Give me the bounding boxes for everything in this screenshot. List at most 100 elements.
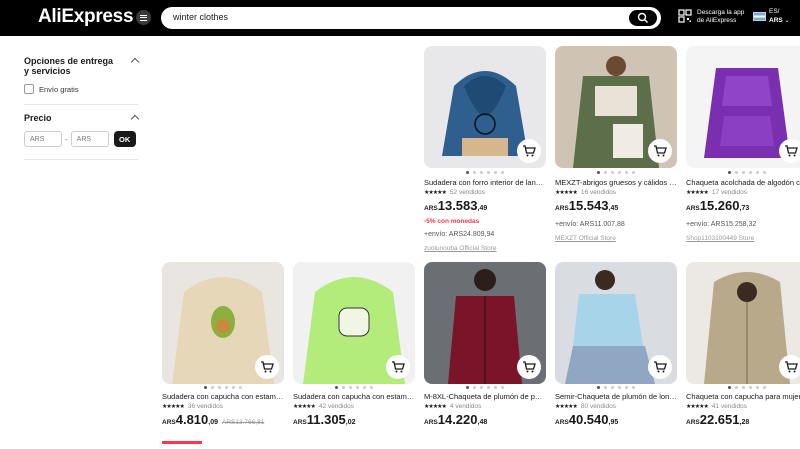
add-to-cart-button[interactable] bbox=[517, 355, 541, 379]
price-currency: ARS bbox=[293, 419, 307, 426]
price-filter-label: Precio bbox=[24, 113, 52, 123]
star-rating-icon: ★★★★★ bbox=[162, 404, 185, 410]
price-separator: - bbox=[65, 134, 68, 144]
image-carousel-dots[interactable] bbox=[162, 386, 284, 389]
product-title[interactable]: Sudadera con capucha con estamp... bbox=[162, 392, 284, 402]
price-decimals: ,73 bbox=[739, 205, 750, 212]
qr-code-icon[interactable] bbox=[678, 9, 692, 23]
product-rating: ★★★★★ 17 vendidos bbox=[686, 188, 800, 198]
store-link[interactable]: Shop1103100449 Store bbox=[686, 234, 800, 244]
download-app-link[interactable]: Descarga la app de AliExpress bbox=[697, 9, 747, 25]
price-currency: ARS bbox=[555, 205, 569, 212]
product-title[interactable]: MEXZT-abrigos gruesos y cálidos de... bbox=[555, 178, 677, 188]
currency-label: ARS bbox=[769, 17, 783, 24]
add-to-cart-button[interactable] bbox=[517, 139, 541, 163]
image-carousel-dots[interactable] bbox=[555, 171, 677, 174]
product-image[interactable] bbox=[686, 46, 800, 168]
add-to-cart-button[interactable] bbox=[779, 355, 800, 379]
product-price: ARS22.651,28 bbox=[686, 412, 800, 431]
add-to-cart-button[interactable] bbox=[648, 139, 672, 163]
image-carousel-dots[interactable] bbox=[293, 386, 415, 389]
image-carousel-dots[interactable] bbox=[686, 386, 800, 389]
cart-icon bbox=[523, 361, 536, 373]
chevron-down-icon: ⌄ bbox=[784, 18, 790, 24]
product-card[interactable]: Sudadera con capucha con estamp... ★★★★★… bbox=[162, 262, 286, 444]
image-carousel-dots[interactable] bbox=[424, 386, 546, 389]
product-image[interactable] bbox=[424, 262, 546, 384]
image-carousel-dots[interactable] bbox=[555, 386, 677, 389]
price-ok-button[interactable]: OK bbox=[113, 131, 136, 147]
product-title[interactable]: M-8XL-Chaqueta de plumón de pat... bbox=[424, 392, 546, 402]
cart-icon bbox=[654, 145, 667, 157]
language-currency-selector[interactable]: ES/ ARS ⌄ bbox=[769, 7, 790, 26]
cart-icon bbox=[523, 145, 536, 157]
product-rating: ★★★★★ 80 vendidos bbox=[555, 402, 677, 412]
product-title[interactable]: Chaqueta acolchada de algodón co... bbox=[686, 178, 800, 188]
price-decimals: ,48 bbox=[477, 419, 488, 426]
price-currency: ARS bbox=[555, 419, 569, 426]
product-card[interactable]: Chaqueta acolchada de algodón co... ★★★★… bbox=[686, 46, 800, 242]
add-to-cart-button[interactable] bbox=[386, 355, 410, 379]
product-price: ARS4.810,09 ARS13.766,81 bbox=[162, 412, 284, 431]
add-to-cart-button[interactable] bbox=[255, 355, 279, 379]
download-app-line-1: Descarga la app bbox=[697, 9, 745, 16]
price-range-row: ARS - ARS OK bbox=[24, 131, 138, 147]
product-image[interactable] bbox=[424, 46, 546, 168]
search-bar: winter clothes bbox=[161, 7, 661, 29]
product-title[interactable]: Sudadera con capucha con estamp... bbox=[293, 392, 415, 402]
delivery-filter-title[interactable]: Opciones de entrega y servicios bbox=[24, 56, 140, 76]
price-integer: 15.543 bbox=[568, 198, 609, 213]
max-price-input[interactable]: ARS bbox=[70, 131, 109, 147]
price-currency: ARS bbox=[686, 205, 700, 212]
star-rating-icon: ★★★★★ bbox=[555, 190, 578, 196]
top-header: AliExpress winter clothes Descarga la ap… bbox=[0, 0, 800, 36]
price-currency: ARS bbox=[424, 419, 438, 426]
product-card[interactable]: Sudadera con capucha con estamp... ★★★★★… bbox=[293, 262, 417, 427]
star-rating-icon: ★★★★★ bbox=[424, 404, 447, 410]
store-link[interactable]: MEXZT Official Store bbox=[555, 234, 677, 244]
product-rating: ★★★★★ 36 vendidos bbox=[162, 402, 284, 412]
store-link[interactable]: zuolunouba Official Store bbox=[424, 244, 546, 254]
search-button[interactable] bbox=[629, 10, 657, 26]
product-title[interactable]: Chaqueta con capucha para mujer... bbox=[686, 392, 800, 402]
aliexpress-logo[interactable]: AliExpress bbox=[38, 6, 134, 28]
product-image[interactable] bbox=[162, 262, 284, 384]
menu-icon[interactable] bbox=[136, 10, 151, 25]
price-decimals: ,02 bbox=[345, 419, 356, 426]
price-decimals: ,09 bbox=[208, 419, 219, 426]
image-carousel-dots[interactable] bbox=[424, 171, 546, 174]
min-price-input[interactable]: ARS bbox=[24, 131, 62, 147]
cart-icon bbox=[654, 361, 667, 373]
product-rating: ★★★★★ 4 vendidos bbox=[424, 402, 546, 412]
product-rating: ★★★★★ 52 vendidos bbox=[424, 188, 546, 198]
shipping-cost: +envío: ARS24.809,94 bbox=[424, 231, 495, 238]
product-image[interactable] bbox=[555, 46, 677, 168]
free-shipping-checkbox[interactable] bbox=[24, 84, 34, 94]
star-rating-icon: ★★★★★ bbox=[555, 404, 578, 410]
chevron-up-icon[interactable] bbox=[130, 57, 140, 67]
product-card[interactable]: Sudadera con forro interior de lana... ★… bbox=[424, 46, 548, 252]
search-input[interactable]: winter clothes bbox=[173, 12, 228, 22]
argentina-flag-icon[interactable] bbox=[753, 12, 766, 21]
product-image[interactable] bbox=[686, 262, 800, 384]
chevron-up-icon[interactable] bbox=[130, 114, 140, 124]
free-shipping-label: Envío gratis bbox=[39, 84, 79, 94]
product-card[interactable]: MEXZT-abrigos gruesos y cálidos de... ★★… bbox=[555, 46, 679, 242]
image-carousel-dots[interactable] bbox=[686, 171, 800, 174]
product-card[interactable]: Chaqueta con capucha para mujer... ★★★★★… bbox=[686, 262, 800, 427]
product-price: ARS14.220,48 bbox=[424, 412, 546, 431]
price-integer: 11.305 bbox=[306, 412, 346, 427]
add-to-cart-button[interactable] bbox=[648, 355, 672, 379]
price-filter-section: Precio ARS - ARS OK bbox=[24, 105, 140, 160]
product-card[interactable]: Semir-Chaqueta de plumón de long... ★★★★… bbox=[555, 262, 679, 427]
add-to-cart-button[interactable] bbox=[779, 139, 800, 163]
product-title[interactable]: Semir-Chaqueta de plumón de long... bbox=[555, 392, 677, 402]
sold-count: 16 vendidos bbox=[580, 189, 616, 196]
product-card[interactable]: M-8XL-Chaqueta de plumón de pat... ★★★★★… bbox=[424, 262, 548, 427]
product-image[interactable] bbox=[293, 262, 415, 384]
product-image[interactable] bbox=[555, 262, 677, 384]
free-shipping-option[interactable]: Envío gratis bbox=[24, 84, 138, 94]
product-title[interactable]: Sudadera con forro interior de lana... bbox=[424, 178, 546, 188]
product-price: ARS15.260,73 bbox=[686, 198, 800, 217]
price-filter-title[interactable]: Precio bbox=[24, 113, 140, 124]
